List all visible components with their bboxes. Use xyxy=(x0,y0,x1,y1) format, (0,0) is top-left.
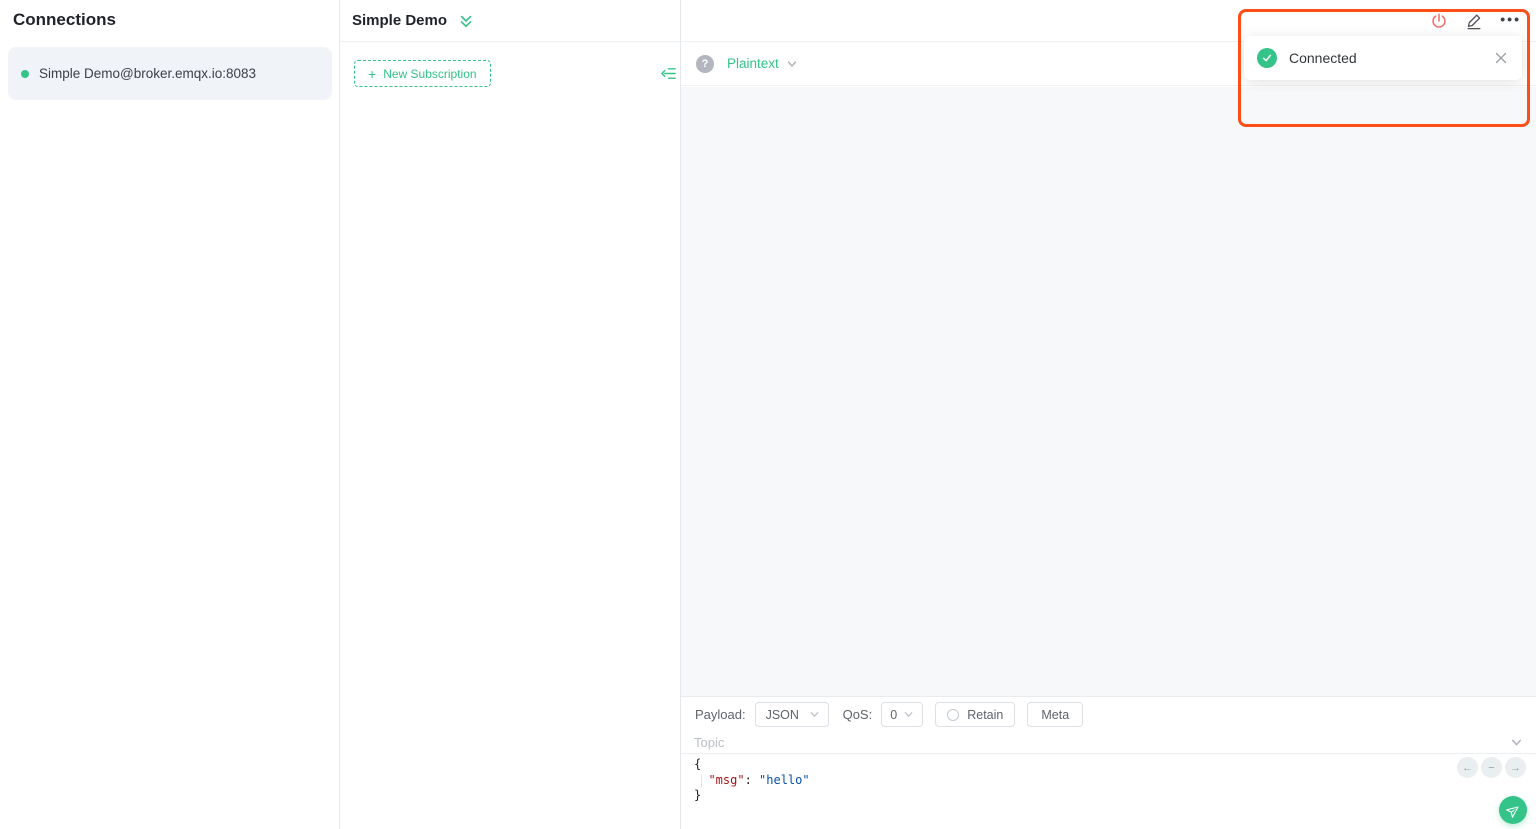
history-prev-button[interactable]: ← xyxy=(1457,757,1478,778)
qos-value: 0 xyxy=(890,707,898,722)
payload-format-value: Plaintext xyxy=(727,56,779,71)
code-token: } xyxy=(694,788,702,802)
toast-status-text: Connected xyxy=(1289,50,1357,66)
connection-label: Simple Demo@broker.emqx.io:8083 xyxy=(39,66,257,81)
history-next-button[interactable]: → xyxy=(1505,757,1526,778)
code-token: : xyxy=(744,772,760,787)
retain-toggle[interactable]: Retain xyxy=(935,702,1016,727)
help-icon: ? xyxy=(696,54,714,73)
meta-button[interactable]: Meta xyxy=(1027,702,1084,727)
code-token: { xyxy=(694,757,702,771)
connections-title: Connections xyxy=(13,10,116,29)
payload-code: { "msg": "hello" } xyxy=(694,757,810,804)
collapse-publish-chevron-icon[interactable] xyxy=(1510,736,1523,749)
connection-name-title: Simple Demo xyxy=(352,12,448,29)
subscriptions-header: Simple Demo xyxy=(340,0,680,42)
collapse-panel-icon[interactable] xyxy=(660,65,677,82)
chevron-down-icon xyxy=(787,60,796,67)
editor-history-nav: ← − → xyxy=(1457,757,1526,778)
main-panel: ••• ? Plaintext Payload: JSON QoS: 0 Ret… xyxy=(681,0,1536,829)
connection-item-simple-demo[interactable]: Simple Demo@broker.emqx.io:8083 xyxy=(8,47,332,100)
new-subscription-button[interactable]: + New Subscription xyxy=(354,60,491,87)
subscriptions-panel: Simple Demo + New Subscription xyxy=(340,0,681,829)
qos-label: QoS: xyxy=(842,707,873,722)
connection-status-dot xyxy=(21,69,29,78)
payload-type-label: Payload: xyxy=(695,707,746,722)
disconnect-power-icon[interactable] xyxy=(1430,12,1448,30)
message-list-area xyxy=(681,87,1536,697)
topic-input[interactable] xyxy=(694,734,1510,750)
code-token-string: "hello" xyxy=(759,772,810,787)
payload-format-dropdown[interactable]: Plaintext xyxy=(727,56,798,71)
chevron-down-icon xyxy=(810,712,818,717)
success-check-icon xyxy=(1257,48,1277,68)
more-options-icon[interactable]: ••• xyxy=(1500,12,1521,30)
connections-sidebar: Connections Simple Demo@broker.emqx.io:8… xyxy=(0,0,340,829)
toast-close-icon[interactable] xyxy=(1493,50,1509,66)
double-chevron-down-icon[interactable] xyxy=(458,13,474,29)
edit-pencil-icon[interactable] xyxy=(1465,12,1483,30)
payload-type-select[interactable]: JSON xyxy=(754,702,829,727)
send-paper-plane-icon xyxy=(1505,806,1518,818)
send-button[interactable] xyxy=(1499,796,1527,824)
publish-options-bar: Payload: JSON QoS: 0 Retain Meta xyxy=(681,698,1536,731)
new-subscription-label: New Subscription xyxy=(383,66,477,81)
retain-radio-icon xyxy=(947,708,960,721)
payload-editor[interactable]: { "msg": "hello" } ← − → xyxy=(681,754,1536,829)
topic-row xyxy=(681,731,1536,754)
code-token-key: "msg" xyxy=(708,772,745,787)
chevron-down-icon xyxy=(904,712,913,717)
payload-type-value: JSON xyxy=(765,707,799,722)
history-collapse-button[interactable]: − xyxy=(1481,757,1502,778)
plus-icon: + xyxy=(368,65,377,82)
retain-label: Retain xyxy=(967,707,1004,722)
qos-select[interactable]: 0 xyxy=(881,702,924,727)
connected-toast: Connected xyxy=(1244,36,1522,80)
